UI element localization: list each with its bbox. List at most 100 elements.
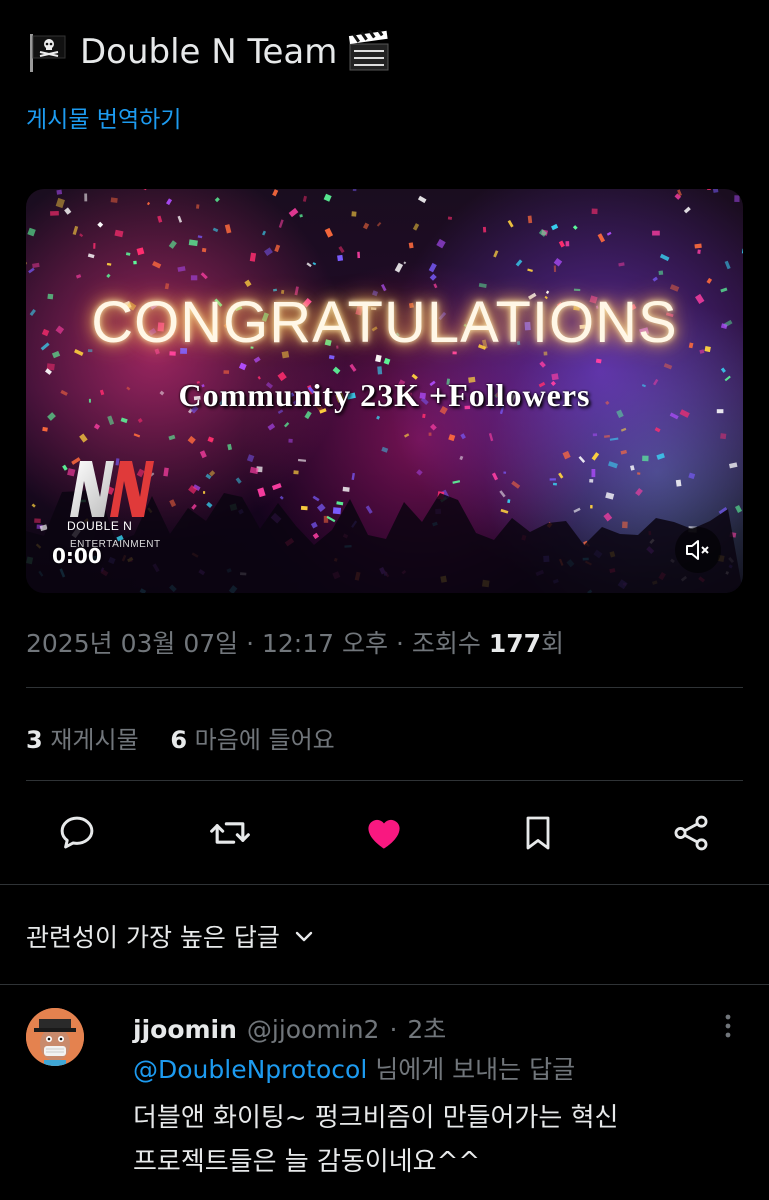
confetti-piece xyxy=(724,260,731,270)
confetti-piece xyxy=(609,437,619,441)
confetti-piece xyxy=(207,436,214,443)
reply-author-handle[interactable]: @jjoomin2 xyxy=(247,1015,380,1044)
confetti-piece xyxy=(274,244,281,253)
confetti-piece xyxy=(114,229,124,238)
confetti-piece xyxy=(597,233,606,243)
confetti-piece xyxy=(56,189,63,195)
confetti-piece xyxy=(429,273,437,281)
confetti-piece xyxy=(652,276,658,282)
confetti-piece xyxy=(107,415,115,426)
confetti-piece xyxy=(491,472,499,481)
confetti-piece xyxy=(675,479,682,487)
confetti-piece xyxy=(352,189,357,192)
confetti-piece xyxy=(620,449,628,455)
confetti-piece xyxy=(663,363,673,370)
video-player[interactable]: CONGRATULATIONS Community 23K +Followers… xyxy=(26,189,743,593)
confetti-piece xyxy=(422,413,426,419)
confetti-piece xyxy=(362,222,370,230)
confetti-piece xyxy=(720,367,726,373)
confetti-piece xyxy=(591,469,596,478)
confetti-piece xyxy=(654,427,661,433)
confetti-piece xyxy=(272,189,279,197)
confetti-piece xyxy=(138,189,149,191)
confetti-piece xyxy=(288,207,299,218)
confetti-piece xyxy=(249,252,257,262)
confetti-piece xyxy=(376,222,382,227)
confetti-piece xyxy=(394,262,404,273)
video-headline-text: CONGRATULATIONS xyxy=(91,290,678,355)
confetti-piece xyxy=(188,239,198,247)
reply-time: 2초 xyxy=(407,1015,447,1044)
translate-post-link[interactable]: 게시물 번역하기 xyxy=(26,100,181,134)
confetti-piece xyxy=(338,246,345,254)
confetti-piece xyxy=(227,443,233,451)
likes-stat[interactable]: 6 마음에 들어요 xyxy=(170,726,334,754)
divider xyxy=(26,687,743,688)
confetti-piece xyxy=(93,243,96,249)
confetti-piece xyxy=(197,235,203,239)
confetti-piece xyxy=(605,492,615,500)
separator-dot: · xyxy=(246,629,255,658)
confetti-piece xyxy=(428,262,437,273)
reply-icon xyxy=(60,816,94,849)
more-options-icon[interactable] xyxy=(716,1012,740,1042)
views-suffix: 회 xyxy=(541,629,565,658)
confetti-piece xyxy=(694,243,702,249)
like-button[interactable] xyxy=(361,810,407,856)
confetti-piece xyxy=(706,277,713,284)
reply-author-name[interactable]: jjoomin xyxy=(133,1015,237,1044)
confetti-piece xyxy=(238,362,247,371)
confetti-piece xyxy=(658,270,664,276)
confetti-piece xyxy=(507,499,511,504)
confetti-piece xyxy=(253,356,261,363)
confetti-piece xyxy=(214,197,220,203)
confetti-piece xyxy=(97,221,104,228)
confetti-piece xyxy=(741,248,743,255)
confetti-piece xyxy=(403,261,407,265)
video-timecode: 0:00 xyxy=(52,544,102,568)
confetti-piece xyxy=(659,253,670,262)
confetti-piece xyxy=(622,521,628,529)
reposts-stat[interactable]: 3 재게시물 xyxy=(26,726,139,754)
confetti-piece xyxy=(448,434,456,442)
confetti-piece xyxy=(591,208,598,215)
confetti-piece xyxy=(106,262,112,266)
confetti-piece xyxy=(166,198,173,206)
confetti-piece xyxy=(735,504,743,513)
confetti-piece xyxy=(336,501,344,506)
confetti-piece xyxy=(408,242,414,249)
confetti-piece xyxy=(110,197,118,203)
confetti-piece xyxy=(55,197,65,209)
bookmark-button[interactable] xyxy=(515,810,561,856)
confetti-piece xyxy=(306,262,312,268)
confetti-piece xyxy=(383,357,391,365)
reply-header: jjoomin @jjoomin2 · 2초 xyxy=(133,1010,446,1046)
repost-button[interactable] xyxy=(207,810,253,856)
replies-sort-dropdown[interactable]: 관련성이 가장 높은 답글 xyxy=(26,918,316,954)
avatar[interactable] xyxy=(26,1008,84,1066)
confetti-piece xyxy=(430,423,437,431)
reply-text-line: 프로젝트들은 늘 감동이네요^^ xyxy=(133,1147,481,1177)
confetti-piece xyxy=(488,432,494,442)
confetti-piece xyxy=(349,363,357,372)
replying-to-mention[interactable]: @DoubleNprotocol xyxy=(133,1055,367,1084)
confetti-piece xyxy=(493,250,499,258)
confetti-piece xyxy=(527,215,533,224)
reply-button[interactable] xyxy=(54,810,100,856)
confetti-piece xyxy=(136,247,145,256)
confetti-piece xyxy=(412,223,420,231)
mute-button[interactable] xyxy=(675,527,721,573)
repost-icon xyxy=(210,822,250,844)
confetti-piece xyxy=(75,274,82,279)
confetti-piece xyxy=(120,417,128,424)
confetti-piece xyxy=(499,490,506,498)
confetti-piece xyxy=(720,433,727,440)
share-button[interactable] xyxy=(668,810,714,856)
pirate-flag-emoji-icon xyxy=(30,34,66,72)
logo-brand-text: DOUBLE N xyxy=(67,519,133,533)
confetti-piece xyxy=(589,479,594,483)
confetti-piece xyxy=(707,189,711,190)
confetti-piece xyxy=(433,283,438,289)
confetti-piece xyxy=(312,262,317,266)
replying-to-suffix: 님에게 보내는 답글 xyxy=(375,1055,576,1084)
